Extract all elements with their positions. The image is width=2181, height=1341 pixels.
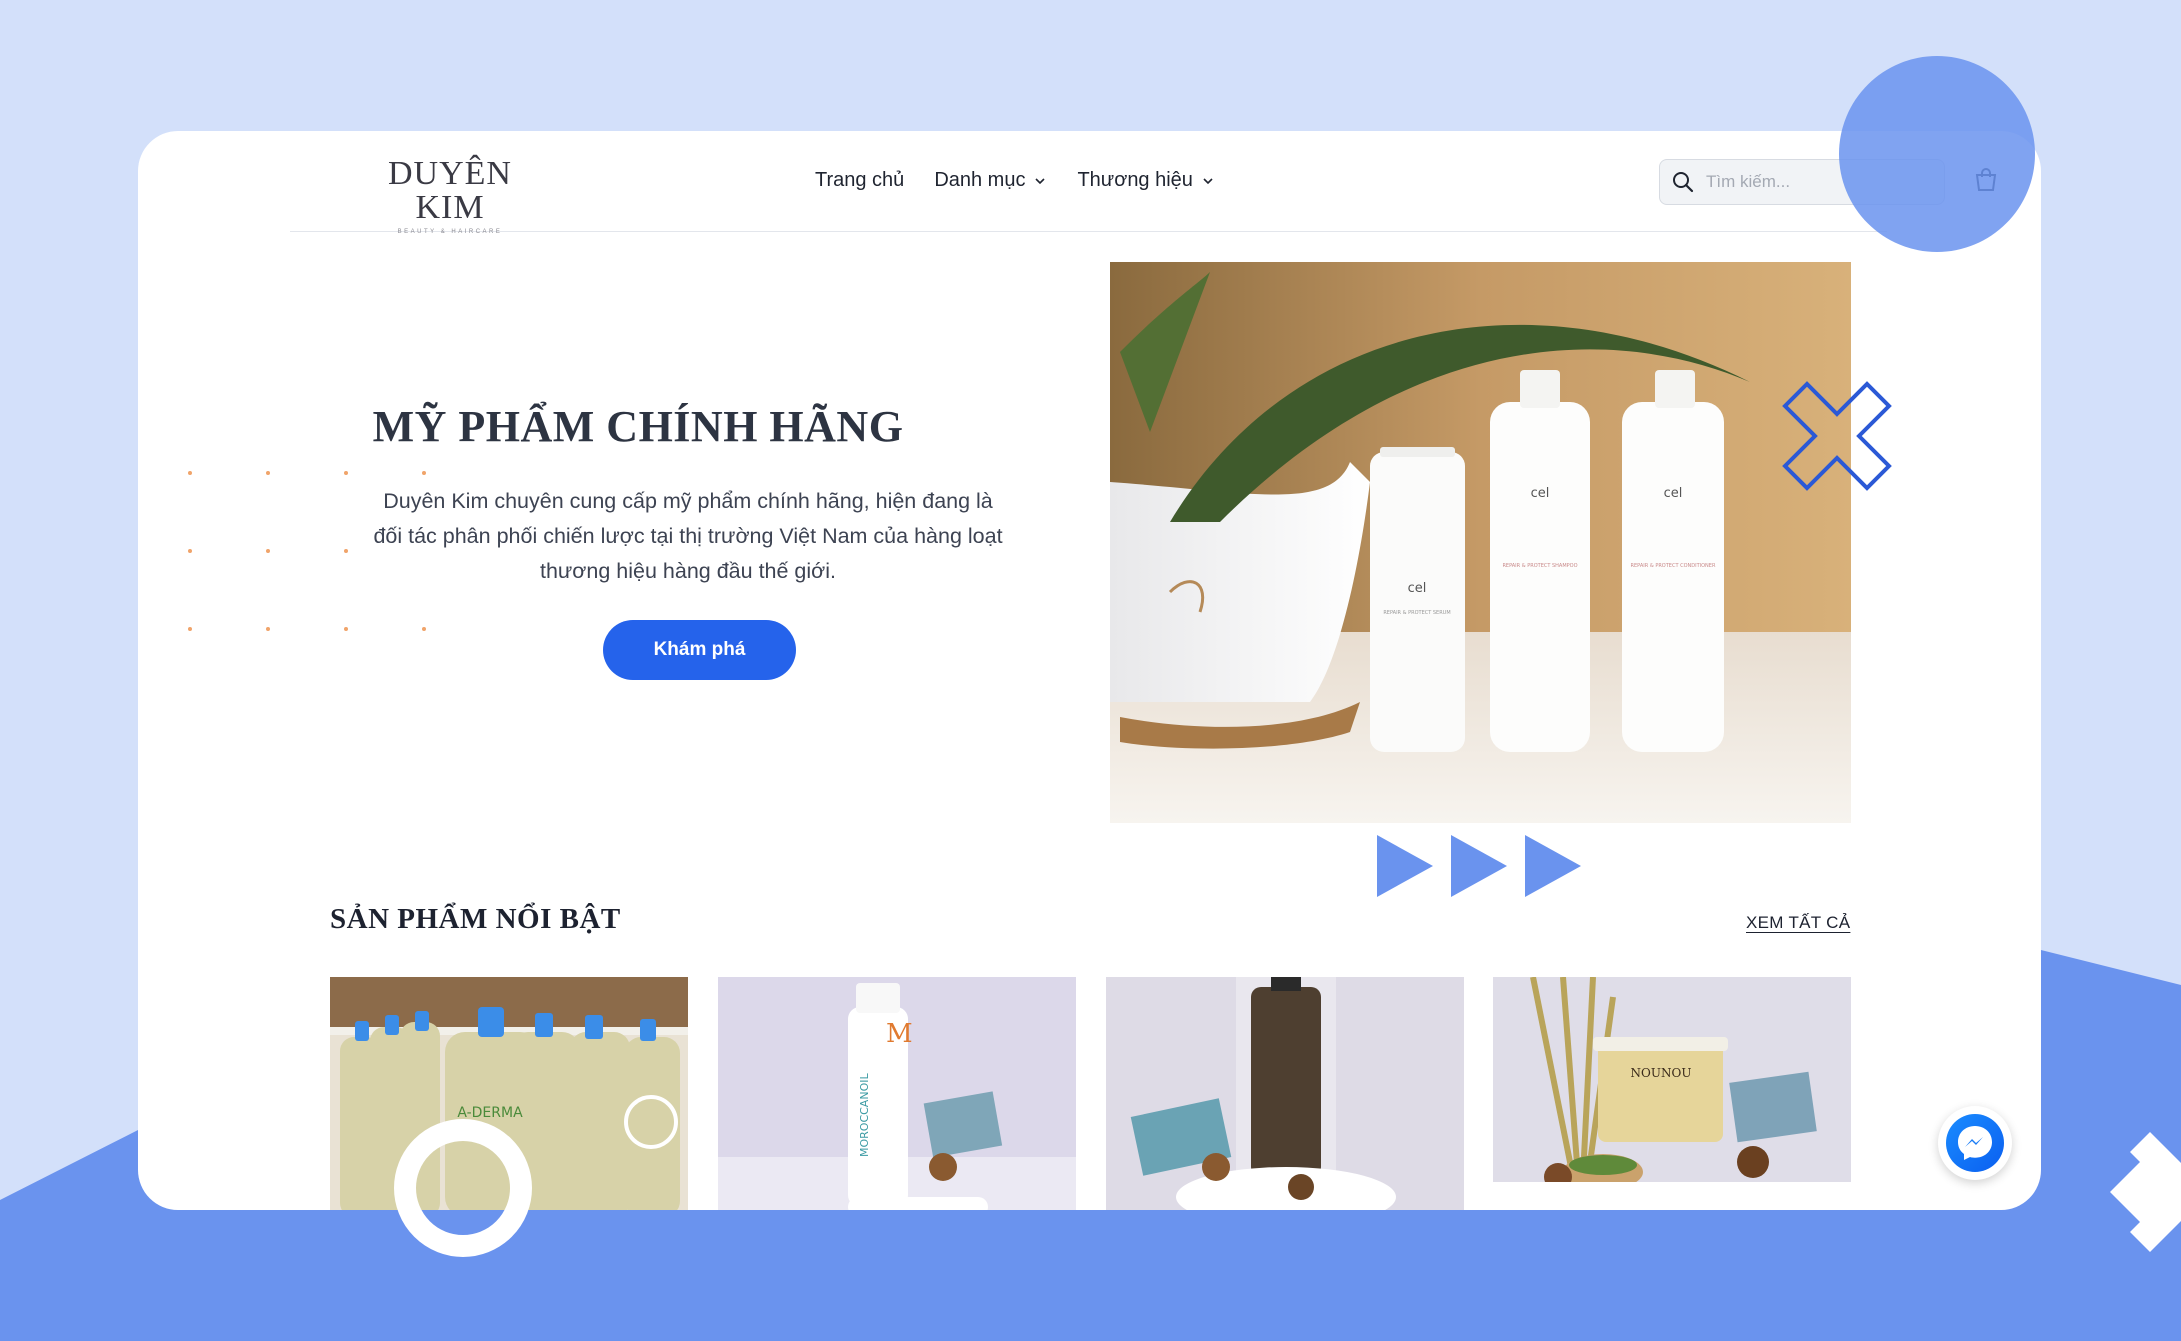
nav-item-categories[interactable]: Danh mục (934, 169, 1047, 192)
svg-text:M: M (886, 1019, 913, 1049)
product-image-text: MOROCCANOIL (858, 1073, 871, 1157)
decorative-ring (394, 1119, 532, 1257)
bottle-product-label: REPAIR & PROTECT SERUM (1383, 610, 1450, 616)
bottle-brand-label: cel (1531, 486, 1550, 501)
main-nav: Trang chủ Danh mục Thương hiệu (815, 169, 1215, 192)
product-image: NOUNOU (1493, 977, 1851, 1210)
product-image: MOROCCANOIL M (718, 977, 1076, 1210)
product-card[interactable]: NOUNOU (1493, 977, 1851, 1210)
nav-label: Thương hiệu (1077, 169, 1193, 191)
bottle-product-label: REPAIR & PROTECT CONDITIONER (1631, 563, 1716, 569)
logo-tagline: BEAUTY & HAIRCARE (397, 229, 503, 235)
product-card[interactable]: MOROCCANOIL M (718, 977, 1076, 1210)
decorative-triangles (1377, 835, 1581, 897)
nav-item-brands[interactable]: Thương hiệu (1077, 169, 1214, 192)
hero-image: cel cel cel REPAIR & PROTECT SERUM REPAI… (1110, 262, 1851, 823)
product-image (1106, 977, 1464, 1210)
featured-title: SẢN PHẨM NỔI BẬT (330, 903, 621, 935)
nav-label: Trang chủ (815, 169, 905, 191)
nav-item-home[interactable]: Trang chủ (815, 169, 904, 192)
product-image-text: NOUNOU (1631, 1066, 1692, 1080)
chevron-down-icon (1203, 177, 1213, 184)
messenger-chat-button[interactable] (1938, 1106, 2012, 1180)
view-all-link[interactable]: XEM TẤT CẢ (1746, 913, 1850, 933)
decorative-circle (1839, 56, 2035, 252)
site-header: DUYÊN KIM BEAUTY & HAIRCARE Trang chủ Da… (290, 131, 1997, 236)
main-card: DUYÊN KIM BEAUTY & HAIRCARE Trang chủ Da… (138, 131, 2041, 1210)
product-card[interactable] (1106, 977, 1464, 1210)
bottle-product-label: REPAIR & PROTECT SHAMPOO (1502, 563, 1577, 569)
decorative-cross-partial (2110, 1132, 2181, 1252)
chevron-down-icon (1035, 177, 1046, 184)
bottle-brand-label: cel (1408, 581, 1427, 596)
nav-label: Danh mục (934, 169, 1026, 191)
hero-title: MỸ PHẨM CHÍNH HÃNG (372, 402, 904, 451)
hero-description: Duyên Kim chuyên cung cấp mỹ phẩm chính … (373, 489, 1003, 583)
search-icon (1673, 172, 1694, 193)
hero-photo: cel cel cel REPAIR & PROTECT SERUM REPAI… (1110, 262, 1851, 823)
decorative-cross (1782, 381, 1892, 491)
bottle-brand-label: cel (1664, 486, 1683, 501)
explore-button[interactable]: Khám phá (603, 620, 796, 680)
messenger-icon (1946, 1114, 2004, 1172)
brand-logo[interactable]: DUYÊN KIM BEAUTY & HAIRCARE (350, 155, 550, 236)
decorative-ring-small (624, 1095, 678, 1149)
logo-text: DUYÊN KIM (388, 155, 512, 226)
